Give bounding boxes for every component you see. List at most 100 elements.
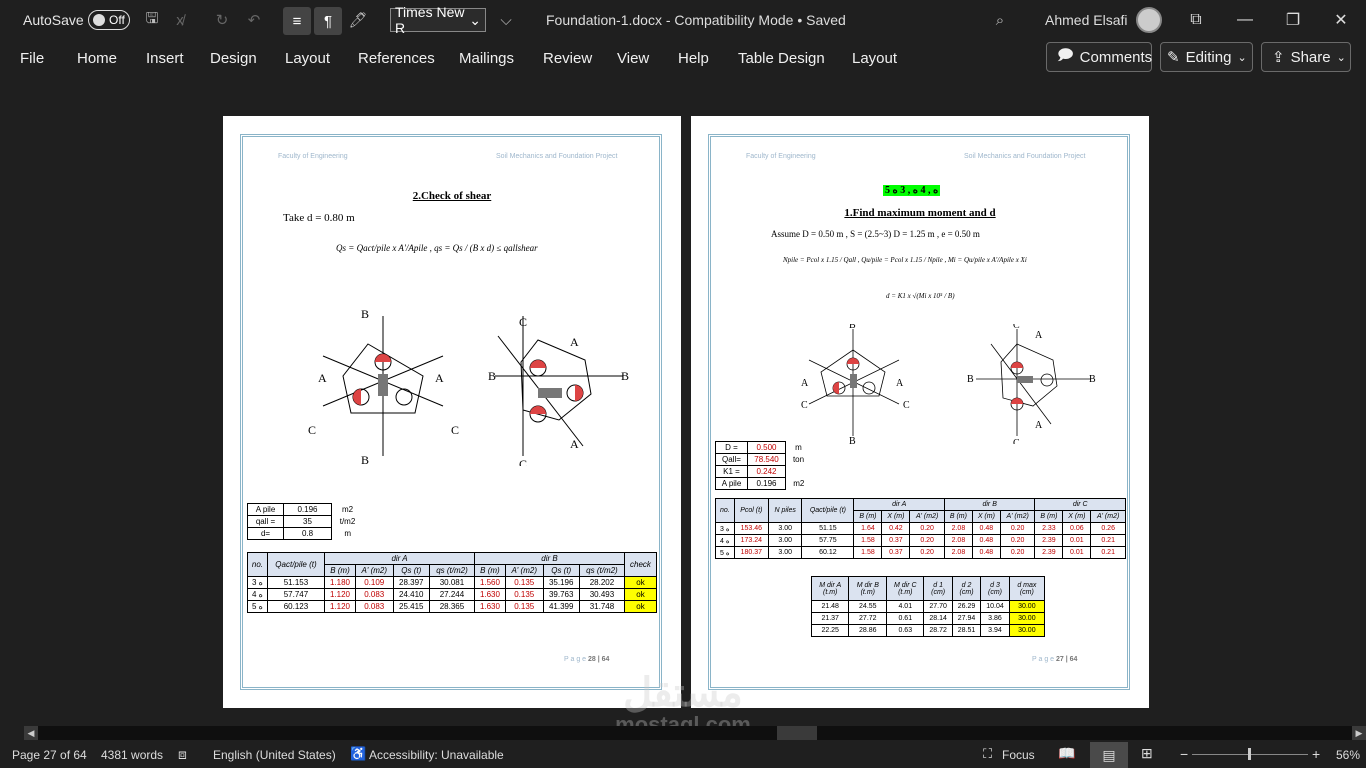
tab-design[interactable]: Design [210,50,257,67]
assume-text: Assume D = 0.50 m , S = (2.5~3) D = 1.25… [771,229,980,239]
page-label: P a g e [1032,656,1055,663]
param-value: 35 [283,515,332,528]
svg-text:B: B [849,436,856,444]
cell: 28.86 [848,624,888,637]
search-icon[interactable]: ⌕ [988,8,1012,32]
cell: 0.37 [881,534,911,547]
share-button[interactable]: ⇪ Share ⌄ [1261,42,1351,72]
comments-button[interactable]: 🗩 Comments [1046,42,1152,72]
proofing-icon[interactable]: ⧈ [178,746,187,763]
print-layout-icon[interactable]: ▤ [1090,742,1128,768]
cell: 10.04 [980,600,1010,613]
param-value: 78.540 [747,453,786,466]
tab-table-layout[interactable]: Layout [852,50,897,67]
col-header: d 2 (cm) [951,576,982,601]
accessibility-status[interactable]: Accessibility: Unavailable [369,748,504,762]
svg-text:A: A [1035,420,1043,431]
align-left-icon[interactable]: ≡ [283,7,311,35]
editing-button[interactable]: ✎ Editing ⌄ [1160,42,1253,72]
clear-format-icon[interactable]: x̸ [168,8,192,32]
col-header: B (m) [1034,510,1064,523]
tab-help[interactable]: Help [678,50,709,67]
ribbon-display-icon[interactable]: ⧉ [1173,0,1219,40]
cell: 1.630 [474,600,506,613]
cell: 1.560 [474,576,506,589]
tab-review[interactable]: Review [543,50,592,67]
user-name[interactable]: Ahmed Elsafi [1045,12,1127,28]
scrollbar-thumb[interactable] [777,726,817,740]
autosave-toggle[interactable]: Off [88,10,130,30]
cell: 0.135 [504,600,544,613]
svg-text:C: C [801,400,808,411]
param-unit: m2 [341,505,354,514]
focus-button[interactable]: Focus [1002,748,1035,762]
svg-text:B: B [488,369,496,383]
col-header: N piles [767,498,803,523]
share-icon: ⇪ [1272,49,1285,66]
page-count[interactable]: Page 27 of 64 [12,748,87,762]
cell: 3.86 [980,612,1010,625]
zoom-level[interactable]: 56% [1336,748,1360,762]
col-header: M dir C (t.m) [886,576,925,601]
word-count[interactable]: 4381 words [101,748,163,762]
redo-icon[interactable]: ↻ [210,8,234,32]
minimize-icon[interactable]: — [1222,0,1268,40]
close-icon[interactable]: ✕ [1318,0,1364,40]
font-name-select[interactable]: Times New R ⌄ [390,4,486,36]
scroll-left-button[interactable]: ◀ [24,726,38,740]
page-number: 28 | 64 [588,656,610,663]
cell: 4.01 [886,600,925,613]
param-unit: ton [792,455,805,464]
tab-view[interactable]: View [617,50,649,67]
page-28[interactable]: Faculty of Engineering Soil Mechanics an… [223,116,681,708]
document-canvas[interactable]: Faculty of Engineering Soil Mechanics an… [0,76,1366,736]
col-header: X (m) [881,510,911,523]
cell: 28.51 [951,624,982,637]
tab-references[interactable]: References [358,50,435,67]
accessibility-icon: ♿ [350,746,367,761]
cell: 60.12 [801,546,855,559]
cell: 30.00 [1008,624,1046,637]
check-cell: ok [623,600,658,613]
tab-file[interactable]: File [20,50,44,67]
highlight-icon[interactable]: 🖊 [346,8,370,32]
document-title[interactable]: Foundation-1.docx - Compatibility Mode •… [546,12,846,28]
scroll-right-button[interactable]: ▶ [1352,726,1366,740]
rtl-paragraph-icon[interactable]: ¶ [314,7,342,35]
tab-table-design[interactable]: Table Design [738,50,825,67]
zoom-slider-thumb[interactable] [1248,748,1251,760]
chevron-down-icon: ⌄ [1237,51,1247,64]
cell: 21.48 [810,600,850,613]
horizontal-scrollbar[interactable] [38,726,1352,740]
svg-text:A: A [318,371,327,385]
cell: 39.763 [542,588,580,601]
tab-home[interactable]: Home [77,50,117,67]
restore-icon[interactable]: ❐ [1270,0,1316,40]
web-layout-icon[interactable]: ⊞ [1141,745,1153,762]
customize-toolbar-icon[interactable]: ⌵ [494,8,518,32]
group-header-b: dir B [943,498,1036,511]
tab-layout[interactable]: Layout [285,50,330,67]
cell: 1.58 [853,546,883,559]
zoom-in-icon[interactable]: + [1312,746,1320,762]
save-icon[interactable]: 🖫 [140,8,164,32]
tab-insert[interactable]: Insert [146,50,184,67]
col-header: A' (m2) [354,564,394,577]
avatar[interactable] [1136,7,1162,33]
cell: 3.00 [767,522,803,535]
svg-text:C: C [1013,438,1020,444]
title-bar: AutoSave Off 🖫 x̸ ↻ ↶ ≡ ¶ 🖊 Times New R ⌄… [0,0,1366,40]
cell: 2.08 [943,546,973,559]
watermark-arabic: مستقل [623,671,743,715]
cell: 0.61 [886,612,925,625]
read-mode-icon[interactable]: 📖 [1058,745,1075,762]
language[interactable]: English (United States) [213,748,336,762]
cell: 0.06 [1062,522,1092,535]
undo-icon[interactable]: ↶ [242,8,266,32]
tab-mailings[interactable]: Mailings [459,50,514,67]
svg-text:B: B [361,453,369,466]
shear-formula: Qs = Qact/pile x A'/Apile , qs = Qs / (B… [336,243,538,253]
page-27[interactable]: Faculty of Engineering Soil Mechanics an… [691,116,1149,708]
zoom-out-icon[interactable]: − [1180,746,1188,762]
param-unit: m [344,529,352,538]
